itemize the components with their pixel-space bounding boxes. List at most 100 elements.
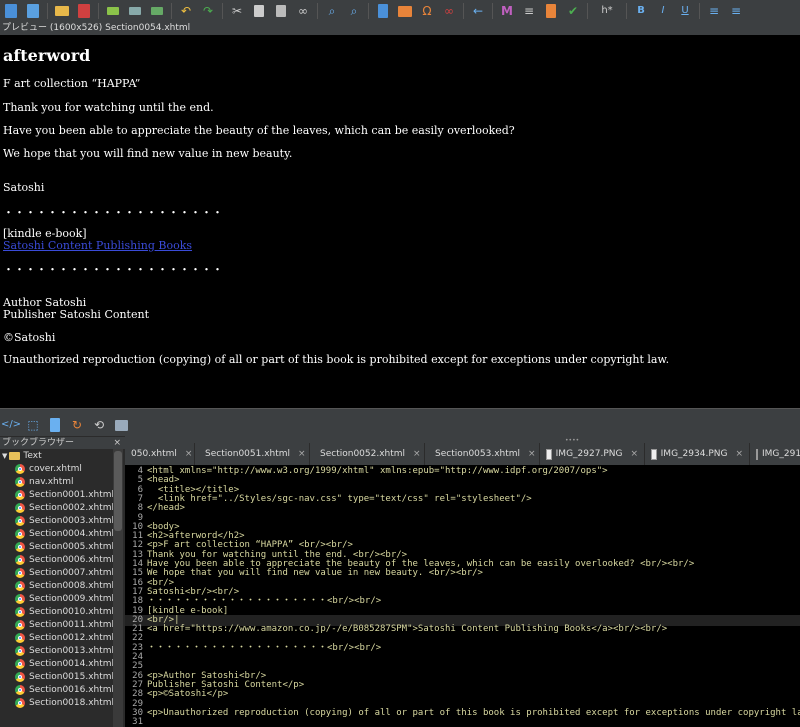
redo-icon[interactable]: ↷ [199,2,217,20]
file-item[interactable]: Section0015.xhtml [0,670,125,683]
add-file-icon[interactable] [104,2,122,20]
add-existing-icon[interactable] [126,2,144,20]
new-file-icon[interactable] [24,2,42,20]
bullet-list-icon[interactable]: ≡ [705,2,723,20]
file-item[interactable]: Section0008.xhtml [0,579,125,592]
file-item[interactable]: Section0012.xhtml [0,631,125,644]
xhtml-file-icon [15,463,25,474]
preview-line-title: F art collection “HAPPA” [3,77,141,90]
cut-icon[interactable]: ✂ [228,2,246,20]
file-item[interactable]: Section0018.xhtml [0,696,125,709]
preview-link[interactable]: Satoshi Content Publishing Books [3,239,192,252]
toolbar-divider [463,3,464,19]
inspect-icon[interactable]: ⬚ [24,416,42,434]
tab-050-xhtml[interactable]: 050.xhtml × [125,443,195,465]
file-item[interactable]: cover.xhtml [0,462,125,475]
toolbar-divider [368,3,369,19]
paste-icon[interactable] [272,2,290,20]
code-line: 31 [125,717,800,727]
file-item[interactable]: Section0004.xhtml [0,527,125,540]
image-file-icon [756,448,758,460]
bookmark-icon[interactable] [542,2,560,20]
xhtml-file-icon [15,632,25,643]
open-icon[interactable] [53,2,71,20]
file-item[interactable]: Section0005.xhtml [0,540,125,553]
file-item[interactable]: Section0006.xhtml [0,553,125,566]
image-icon[interactable] [396,2,414,20]
file-item[interactable]: nav.xhtml [0,475,125,488]
file-item[interactable]: Section0014.xhtml [0,657,125,670]
link-icon[interactable]: ∞ [294,2,312,20]
refresh-icon[interactable]: ↻ [68,416,86,434]
file-item[interactable]: Section0016.xhtml [0,683,125,696]
xhtml-file-icon [15,476,25,487]
previous-icon[interactable]: ← [469,2,487,20]
tab-close-icon[interactable]: × [735,449,743,459]
copy-page-icon[interactable] [46,416,64,434]
sync-icon[interactable]: ⟲ [90,416,108,434]
copy-icon[interactable] [250,2,268,20]
code-view-icon[interactable]: </> [1,416,21,434]
file-label: Section0005.xhtml [29,541,115,552]
find-icon[interactable]: ⌕ [323,2,341,20]
file-item[interactable]: Section0003.xhtml [0,514,125,527]
folder-text[interactable]: ▼ Text [0,449,125,462]
undo-icon[interactable]: ↶ [177,2,195,20]
tab-section0051-xhtml[interactable]: Section0051.xhtml × [195,443,310,465]
folder-icon [9,451,21,460]
link-toggle-icon[interactable]: ∞ [440,2,458,20]
special-char-icon[interactable]: Ω [418,2,436,20]
find-replace-icon[interactable]: ⌕ [345,2,363,20]
file-item[interactable]: Section0011.xhtml [0,618,125,631]
tab-close-icon[interactable]: × [298,449,306,459]
print-icon[interactable] [112,416,130,434]
file-item[interactable]: Section0010.xhtml [0,605,125,618]
underline-icon[interactable]: U [676,2,694,20]
file-item[interactable]: Section0013.xhtml [0,644,125,657]
tab-section0052-xhtml[interactable]: Section0052.xhtml × [310,443,425,465]
xhtml-file-icon [15,593,25,604]
tab-close-icon[interactable]: × [630,449,638,459]
import-icon[interactable] [148,2,166,20]
tab-img-2912-pn[interactable]: IMG_2912.PN [750,443,800,465]
preview-link-wrap: Satoshi Content Publishing Books [3,239,192,252]
preview-line-beauty: Have you been able to appreciate the bea… [3,124,515,137]
list-icon[interactable]: ≡ [520,2,538,20]
spell-icon[interactable]: M [498,2,516,20]
tab-label: Section0052.xhtml [320,449,406,459]
tab-close-icon[interactable]: × [528,449,536,459]
save-icon[interactable] [75,2,93,20]
book-browser-scrollbar[interactable] [113,449,123,727]
toolbar-divider [492,3,493,19]
file-label: nav.xhtml [29,476,74,487]
file-item[interactable]: Section0002.xhtml [0,501,125,514]
tab-close-icon[interactable]: × [185,449,193,459]
tab-label: IMG_2927.PNG [555,449,623,459]
tab-label: IMG_2912.PN [762,449,800,459]
scrollbar-thumb[interactable] [114,451,122,531]
code-editor[interactable]: 4 <html xmlns="http://www.w3.org/1999/xht… [125,465,800,727]
file-item[interactable]: Section0007.xhtml [0,566,125,579]
tab-label: IMG_2934.PNG [660,449,728,459]
heading-icon[interactable]: h* [593,2,621,20]
xhtml-file-icon [15,554,25,565]
toolbar-divider [171,3,172,19]
tab-img-2927-png[interactable]: IMG_2927.PNG × [540,443,645,465]
tab-drag-handle[interactable]: •••• [125,436,800,444]
chevron-down-icon[interactable]: ▼ [2,452,7,460]
validate-icon[interactable]: ✔ [564,2,582,20]
tab-img-2934-png[interactable]: IMG_2934.PNG × [645,443,750,465]
file-item[interactable]: Section0001.xhtml [0,488,125,501]
metadata-icon[interactable] [374,2,392,20]
tab-close-icon[interactable]: × [413,449,421,459]
new-book-icon[interactable] [2,2,20,20]
xhtml-file-icon [15,580,25,591]
italic-icon[interactable]: I [654,2,672,20]
tab-section0053-xhtml[interactable]: Section0053.xhtml × [425,443,540,465]
preview-copyright: ©Satoshi [3,331,56,344]
close-icon[interactable]: × [113,437,121,449]
bold-icon[interactable]: B [632,2,650,20]
numbered-list-icon[interactable]: ≡ [727,2,745,20]
preview-dots-1: ・・・・・・・・・・・・・・・・・・・・ [3,206,223,219]
file-item[interactable]: Section0009.xhtml [0,592,125,605]
